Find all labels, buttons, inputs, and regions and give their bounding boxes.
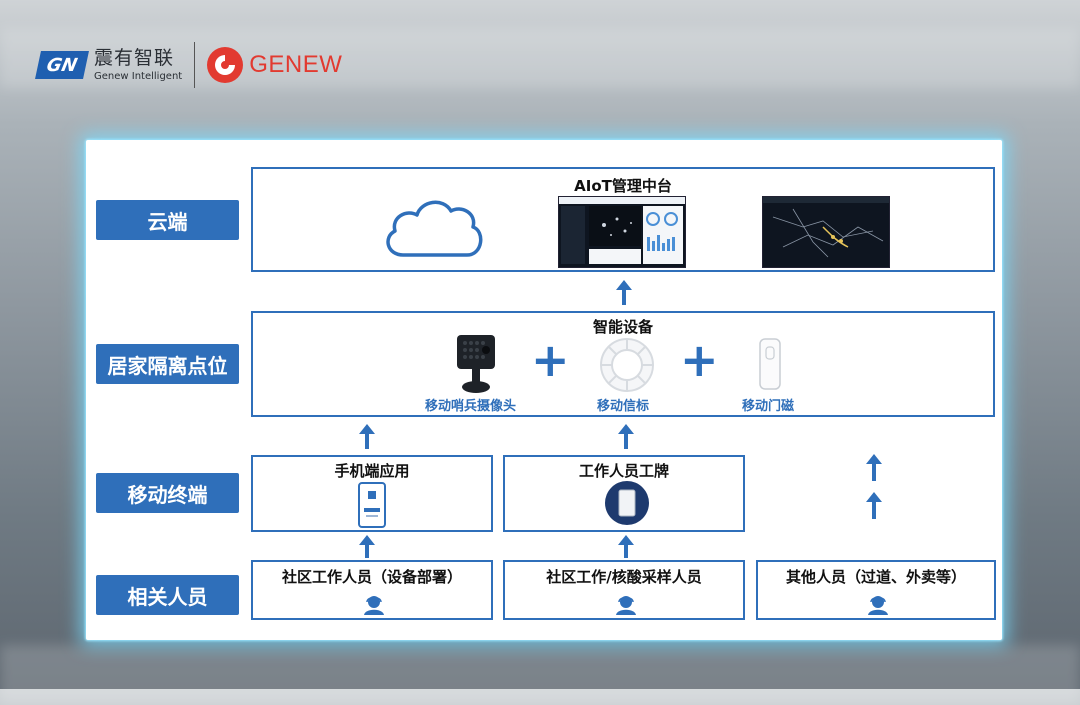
logo-divider [194,42,196,88]
brand-name-en: Genew Intelligent [94,70,183,82]
cloud-box-title: AIoT管理中台 [574,177,672,195]
arrow-other-upper [866,454,882,481]
community-staff-title: 社区工作人员（设备部署） [281,568,462,586]
phone-app-title: 手机端应用 [334,462,410,480]
door-sensor-icon [759,338,781,390]
devices-box-title: 智能设备 [592,318,653,336]
beacon-icon [600,338,654,392]
arrow-app-to-devices [359,424,375,449]
door-sensor-caption: 移动门磁 [742,399,795,414]
other-personnel-title: 其他人员（过道、外卖等） [785,568,966,586]
staff-badge-box: 工作人员工牌 [503,455,745,532]
background-band-bottom [0,645,1080,705]
phone-app-box: 手机端应用 [251,455,493,532]
community-staff-box: 社区工作人员（设备部署） [251,560,493,620]
brand-name-cn: 震有智联 [94,46,175,69]
cloud-box: AIoT管理中台 [251,167,995,272]
arrow-sampling-staff-up [618,535,634,558]
arrow-devices-to-cloud [616,280,632,305]
phone-icon [358,482,386,528]
brand-text: 震有智联 Genew Intelligent [94,46,183,82]
arrow-other-lower [866,492,882,519]
logo-bar: GN 震有智联 Genew Intelligent GENEW [35,40,343,90]
tier-label-cloud: 云端 [96,200,239,240]
tier-label-mobile-terminal: 移动终端 [96,473,239,513]
person-icon [616,596,636,615]
dashboard-screenshot-2 [762,196,890,268]
arrow-badge-to-devices [618,424,634,449]
person-icon [868,596,888,615]
devices-box: 智能设备 + + 移动哨兵摄像头 移动信标 移动门磁 [251,311,995,417]
badge-icon [605,481,649,525]
camera-icon [457,335,495,393]
cloud-icon [386,200,483,257]
plus-sign-2: + [680,333,719,387]
architecture-panel: 云端 居家隔离点位 移动终端 相关人员 AIoT管理中台 智能设备 + + 移动… [86,140,1002,640]
camera-caption: 移动哨兵摄像头 [425,399,517,414]
tier-label-personnel: 相关人员 [96,575,239,615]
dashboard-screenshot-1 [558,196,686,268]
tier-label-home-quarantine: 居家隔离点位 [96,344,239,384]
beacon-caption: 移动信标 [597,399,650,414]
sampling-staff-title: 社区工作/核酸采样人员 [546,568,702,586]
other-personnel-box: 其他人员（过道、外卖等） [756,560,996,620]
arrow-community-staff-up [359,535,375,558]
plus-sign-1: + [531,333,570,387]
sampling-staff-box: 社区工作/核酸采样人员 [503,560,745,620]
staff-badge-title: 工作人员工牌 [578,462,669,480]
person-icon [364,596,384,615]
genew-intelligent-logo-icon: GN [35,51,89,79]
genew-logo-icon [207,47,244,83]
genew-wordmark: GENEW [249,51,343,78]
